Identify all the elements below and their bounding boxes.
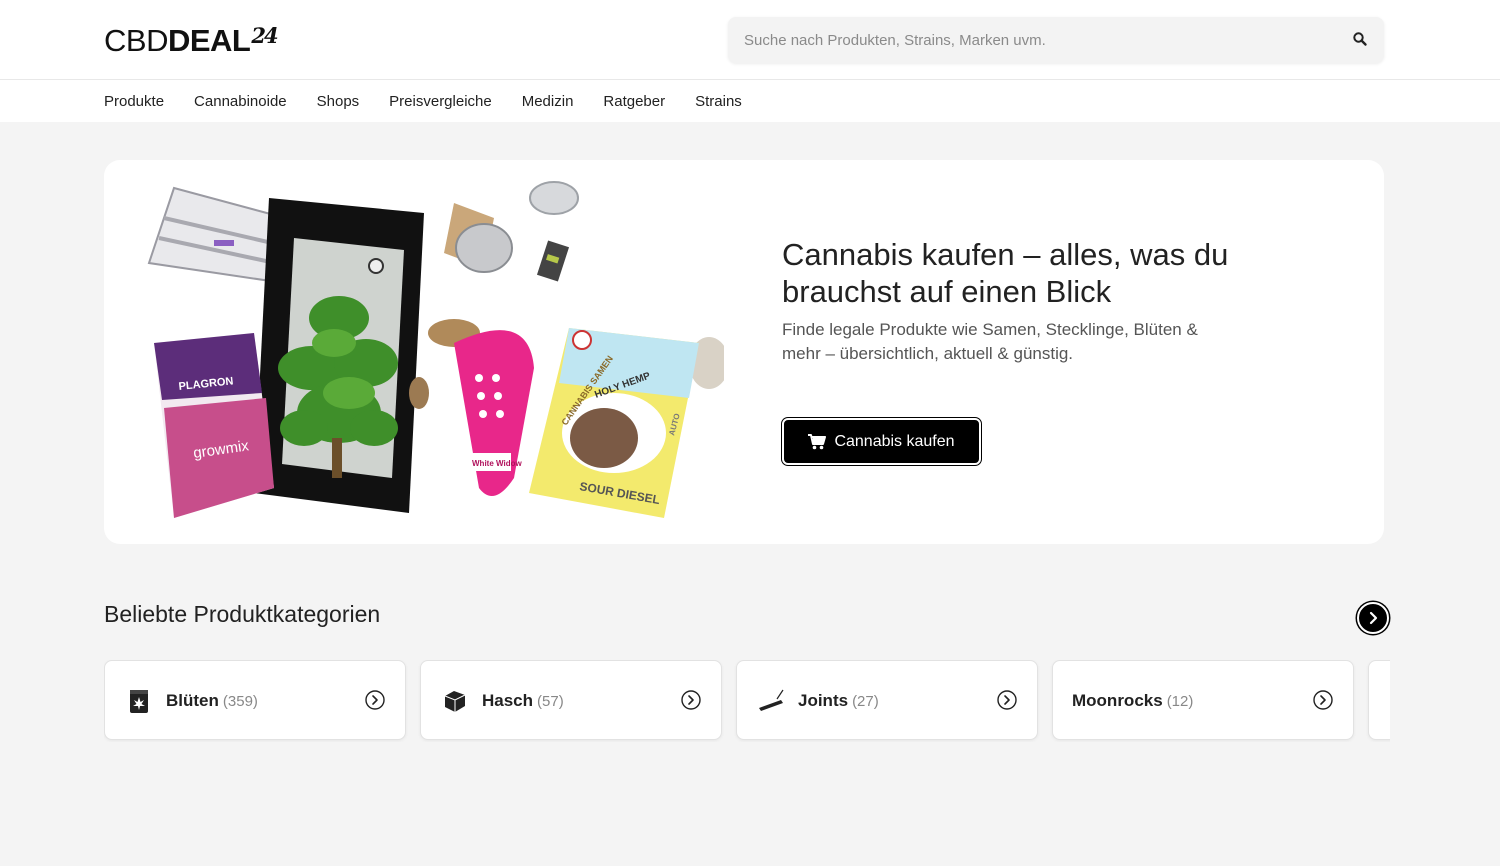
category-label: Blüten (359) bbox=[166, 691, 258, 711]
grow-tent-image bbox=[254, 198, 424, 513]
nav-item-strains[interactable]: Strains bbox=[695, 93, 742, 110]
seed-pack-white-widow-image: White Widow bbox=[454, 330, 534, 496]
chevron-right-icon bbox=[1369, 611, 1378, 625]
site-logo[interactable]: CBDDEAL24 bbox=[104, 23, 279, 61]
joint-icon bbox=[759, 689, 784, 711]
arrow-circle-right-icon bbox=[1313, 690, 1333, 710]
main-navigation: Produkte Cannabinoide Shops Preisverglei… bbox=[0, 80, 1500, 122]
cannabis-kaufen-button[interactable]: Cannabis kaufen bbox=[782, 418, 981, 465]
category-label: Joints (27) bbox=[798, 691, 879, 711]
hero-title: Cannabis kaufen – alles, was du brauchst… bbox=[782, 237, 1229, 309]
category-name: Joints bbox=[798, 691, 849, 710]
categories-title: Beliebte Produktkategorien bbox=[104, 601, 381, 627]
logo-text-bold: DEAL bbox=[167, 23, 251, 58]
hero-subtitle: Finde legale Produkte wie Samen, Steckli… bbox=[782, 320, 1198, 363]
search-input[interactable] bbox=[728, 17, 1328, 63]
nav-item-cannabinoide[interactable]: Cannabinoide bbox=[194, 93, 287, 110]
category-card-moonrocks[interactable]: Moonrocks (12) bbox=[1052, 660, 1354, 740]
page-scrollbar[interactable] bbox=[1488, 122, 1500, 866]
category-count: (12) bbox=[1166, 693, 1194, 710]
hash-block-icon bbox=[444, 691, 466, 712]
nav-item-produkte[interactable]: Produkte bbox=[104, 93, 164, 110]
hero-banner: PLAGRON growmix White Widow HOLY HEMP CA… bbox=[104, 160, 1384, 544]
category-count: (27) bbox=[852, 693, 879, 710]
category-name: Blüten bbox=[166, 691, 219, 710]
category-card-blueten[interactable]: Blüten (359) bbox=[104, 660, 406, 740]
category-label: Moonrocks (12) bbox=[1072, 691, 1193, 711]
arrow-circle-right-icon bbox=[365, 690, 385, 710]
search-icon[interactable] bbox=[1352, 31, 1368, 47]
logo-text-light: CBD bbox=[104, 23, 168, 58]
category-card-partial[interactable] bbox=[1368, 660, 1390, 740]
seed-pack-sour-diesel-image: HOLY HEMP CANNABIS SAMEN SOUR DIESEL AUT… bbox=[529, 328, 699, 518]
category-name: Moonrocks bbox=[1072, 691, 1163, 710]
category-card-joints[interactable]: Joints (27) bbox=[736, 660, 1038, 740]
arrow-circle-right-icon bbox=[997, 690, 1017, 710]
category-name: Hasch bbox=[482, 691, 534, 710]
logo-superscript: 24 bbox=[251, 23, 278, 48]
cart-icon bbox=[808, 433, 827, 449]
search-bar bbox=[728, 17, 1384, 63]
seed-pack-1-text: White Widow bbox=[472, 459, 522, 468]
category-count: (57) bbox=[537, 693, 564, 710]
cta-label: Cannabis kaufen bbox=[834, 432, 955, 450]
category-count: (359) bbox=[222, 693, 258, 710]
category-carousel: Blüten (359) Hasch (57) Joints (27) Moonroc bbox=[104, 660, 1390, 742]
nav-item-shops[interactable]: Shops bbox=[317, 93, 360, 110]
category-label: Hasch (57) bbox=[482, 691, 564, 711]
arrow-circle-right-icon bbox=[681, 690, 701, 710]
site-header: CBDDEAL24 bbox=[0, 0, 1500, 80]
nav-item-preisvergleiche[interactable]: Preisvergleiche bbox=[389, 93, 492, 110]
category-card-hasch[interactable]: Hasch (57) bbox=[420, 660, 722, 740]
soil-bag-image: PLAGRON growmix bbox=[154, 333, 274, 518]
carousel-next-button[interactable] bbox=[1357, 602, 1389, 634]
nav-item-medizin[interactable]: Medizin bbox=[522, 93, 574, 110]
hero-product-illustration: PLAGRON growmix White Widow HOLY HEMP CA… bbox=[147, 181, 724, 518]
nav-item-ratgeber[interactable]: Ratgeber bbox=[603, 93, 665, 110]
flower-box-icon bbox=[130, 690, 148, 713]
